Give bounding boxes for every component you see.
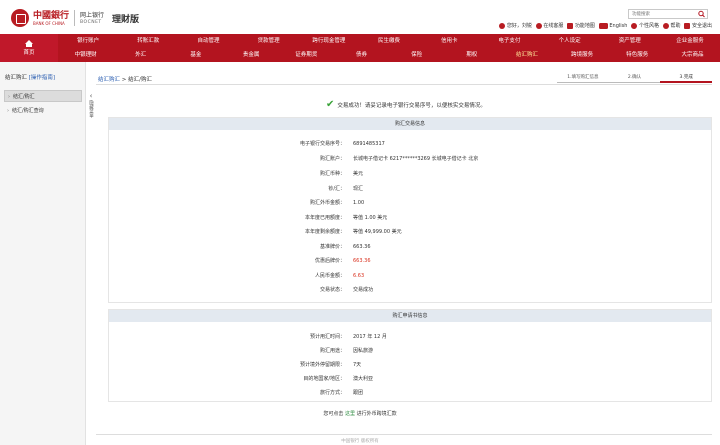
english-icon [598, 22, 608, 29]
palette-icon [631, 22, 638, 29]
info-row: 钞/汇： 现汇 [328, 186, 364, 192]
check-icon: ✔ [326, 99, 335, 110]
info-row: 电子银行交易序号： 6891485317 [299, 141, 385, 147]
nav-item-active[interactable]: 结汇购汇 [499, 50, 554, 60]
step-3-current: 3.完成 [660, 74, 713, 83]
step-1: 1.填写购汇信息 [557, 74, 609, 83]
nav-item[interactable]: 企业金服务 [660, 36, 720, 46]
top-header: 中國銀行 BANK OF CHINA 网上银行 BOCNET 理财版 您好，刘锐… [0, 0, 720, 34]
info-row: 预计境外停留期限： 7天 [299, 362, 362, 368]
nav-item[interactable]: 银行账户 [58, 36, 118, 46]
nav-item[interactable]: 民生缴费 [359, 36, 419, 46]
guide-link[interactable]: [操作指南] [29, 75, 55, 81]
nav-item[interactable]: 信用卡 [419, 36, 479, 46]
top-links: 您好，刘锐 在线客服 功能地图 English 个性风格 帮助 安全退出 [499, 22, 712, 29]
nav-item[interactable]: 贵金属 [224, 50, 279, 60]
breadcrumb-current: 结汇/购汇 [128, 77, 152, 83]
user-greeting: 您好，刘锐 [499, 22, 532, 29]
info-row: 交易状态： 交易成功 [319, 287, 374, 293]
nav-row-1: 银行账户 转账汇款 自动管理 贷款管理 跨行现金管理 民生缴费 信用卡 电子支付… [58, 36, 720, 46]
info-row: 本年度剩余额度： 等值 49,999.00 美元 [304, 229, 402, 235]
netbank-label: 网上银行 [80, 11, 105, 19]
info-row: 购汇币种： 美元 [319, 171, 364, 177]
function-map-link[interactable]: 功能地图 [567, 22, 595, 29]
nav-item[interactable]: 贷款管理 [239, 36, 299, 46]
nav-home[interactable]: 首页 [0, 34, 58, 62]
netbank-en: BOCNET [80, 19, 102, 25]
search-input[interactable] [629, 10, 695, 18]
info-row: 本年度已用额度： 等值 1.00 美元 [304, 215, 388, 221]
map-icon [567, 22, 574, 29]
nav-item[interactable]: 转账汇款 [118, 36, 178, 46]
nav-item[interactable]: 电子支付 [479, 36, 539, 46]
nav-item[interactable]: 特色服务 [610, 50, 665, 60]
divider [96, 84, 712, 85]
info-row: 购汇账户： 长城电子借记卡 6217******3269 长城电子借记卡 北京 [319, 156, 479, 162]
nav-item[interactable]: 跨境服务 [555, 50, 610, 60]
logout-link[interactable]: 安全退出 [684, 22, 712, 29]
info-row: 基准牌价： 663.36 [319, 244, 371, 250]
step-2: 2.确认 [608, 74, 661, 83]
breadcrumb: 结汇购汇 > 结汇/购汇 [98, 75, 152, 83]
info-row: 优惠后牌价： 663.36 [314, 258, 371, 264]
style-link[interactable]: 个性风格 [631, 22, 659, 29]
online-service-link[interactable]: 在线客服 [535, 22, 563, 29]
info-row: 旅行方式： 跟团 [319, 390, 364, 396]
info-row: 目的地国家/地区： 澳大利亚 [303, 376, 374, 382]
main-nav: 首页 银行账户 转账汇款 自动管理 贷款管理 跨行现金管理 民生缴费 信用卡 电… [0, 34, 720, 62]
nav-item[interactable]: 保险 [389, 50, 444, 60]
nav-item[interactable]: 个人设定 [540, 36, 600, 46]
bank-logo[interactable]: 中國銀行 BANK OF CHINA 网上银行 BOCNET 理财版 [11, 9, 139, 27]
nav-item[interactable]: 债券 [334, 50, 389, 60]
service-icon [535, 22, 542, 29]
logout-icon [684, 22, 691, 29]
collapse-menu-toggle[interactable]: ‹ 隐藏菜单 [87, 92, 95, 132]
help-link[interactable]: 帮助 [662, 22, 680, 29]
nav-item[interactable]: 中银理财 [58, 50, 113, 60]
nav-item[interactable]: 期权 [444, 50, 499, 60]
section-title: 购汇申请书信息 [109, 310, 711, 322]
info-row: 预计用汇时间： 2017 年 12 月 [309, 334, 387, 340]
product-name: 理财版 [112, 14, 140, 25]
progress-steps: 1.填写购汇信息 2.确认 3.完成 [557, 74, 713, 83]
help-icon [662, 22, 669, 29]
section-title: 购汇交易信息 [109, 118, 711, 130]
nav-item[interactable]: 资产管理 [600, 36, 660, 46]
english-link[interactable]: English [598, 22, 627, 29]
nav-item[interactable]: 大宗商品 [665, 50, 720, 60]
breadcrumb-link[interactable]: 结汇购汇 [98, 77, 120, 83]
nav-item[interactable]: 自动管理 [178, 36, 238, 46]
info-row: 人民币金额： 6.63 [314, 273, 365, 279]
bank-name-cn: 中國銀行 [33, 10, 70, 21]
success-banner: ✔ 交易成功！请妥记录电子银行交易序号，以便核实交易情况。 [0, 100, 720, 110]
function-search[interactable] [628, 9, 708, 19]
sidebar-title: 结汇购汇 [操作指南] [5, 75, 56, 81]
nav-row-2: 中银理财 外汇 基金 贵金属 证券期货 债券 保险 期权 结汇购汇 跨境服务 特… [58, 50, 720, 60]
logo-divider [74, 10, 76, 26]
success-message: 交易成功！请妥记录电子银行交易序号，以便核实交易情况。 [337, 103, 486, 109]
nav-item[interactable]: 证券期货 [279, 50, 334, 60]
user-icon [499, 22, 506, 29]
bank-name-en: BANK OF CHINA [33, 20, 65, 26]
nav-home-label: 首页 [23, 50, 35, 56]
exchange-info-panel: 购汇交易信息 电子银行交易序号： 6891485317 购汇账户： 长城电子借记卡 … [108, 117, 712, 303]
boc-logo-icon [11, 9, 29, 27]
remittance-link[interactable]: 这里 [345, 411, 355, 417]
left-sidebar: 结汇购汇 [操作指南] 结汇/购汇 结汇/购汇查询 [0, 62, 86, 445]
info-row: 购汇外币金额： 1.00 [309, 200, 365, 206]
nav-item[interactable]: 基金 [168, 50, 223, 60]
divider [96, 434, 712, 435]
info-row: 购汇用途： 因私旅游 [319, 348, 374, 354]
nav-item[interactable]: 跨行现金管理 [299, 36, 359, 46]
search-icon[interactable] [697, 10, 706, 18]
application-info-panel: 购汇申请书信息 预计用汇时间： 2017 年 12 月 购汇用途： 因私旅游 预计境… [108, 309, 712, 402]
remittance-tip: 您可点击 这里 进行外币跨境汇款 [323, 411, 397, 417]
nav-item[interactable]: 外汇 [113, 50, 168, 60]
copyright: 中国银行 版权所有 [341, 439, 379, 444]
breadcrumb-sep: > [121, 77, 127, 83]
chevron-left-icon: ‹ [89, 92, 93, 100]
